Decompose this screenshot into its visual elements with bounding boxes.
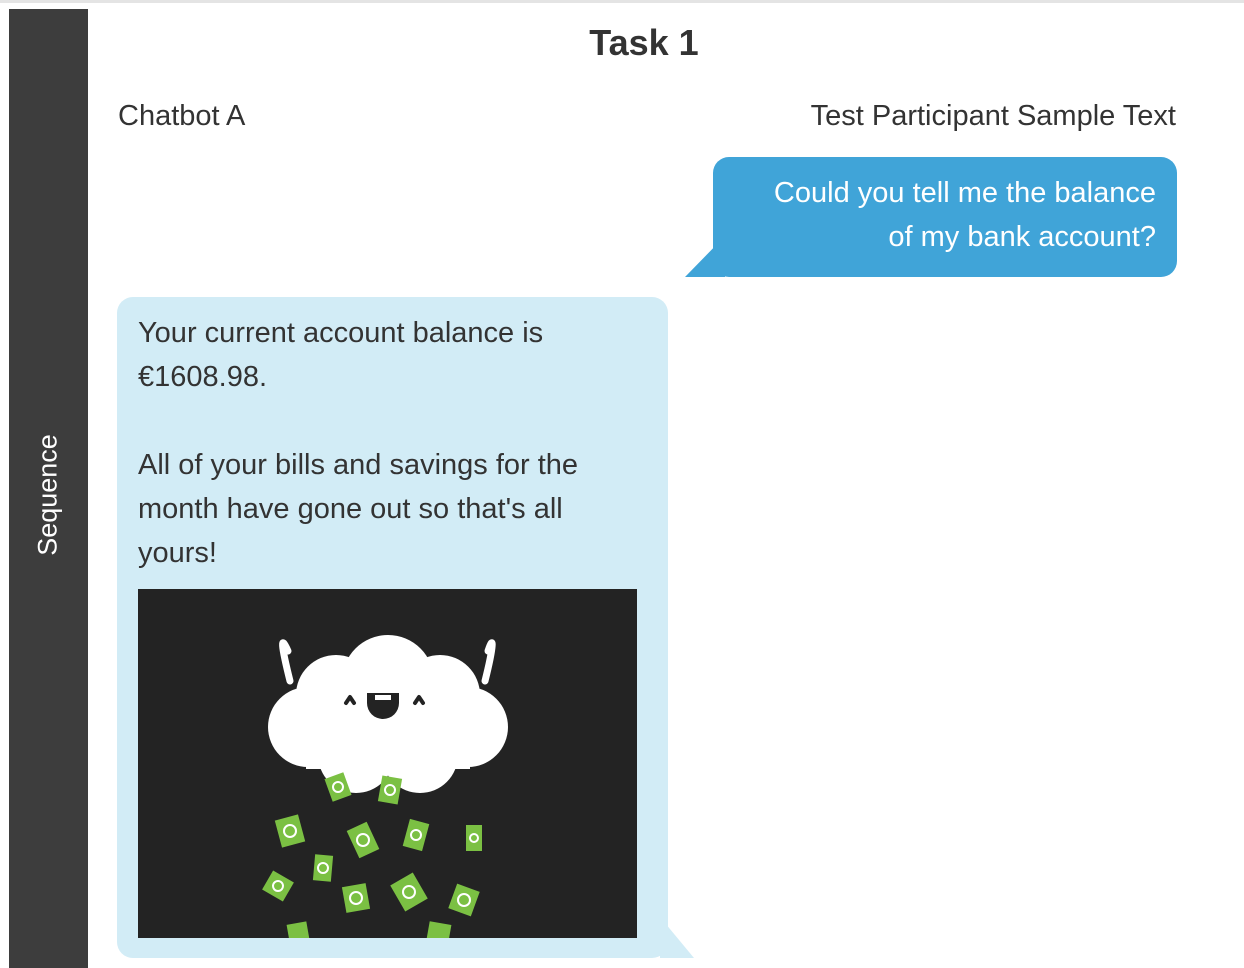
sequence-label: Sequence xyxy=(32,434,63,556)
bot-message-line: month have gone out so that's all xyxy=(138,493,563,525)
bot-message-image xyxy=(138,589,637,938)
user-message-line: of my bank account? xyxy=(888,221,1156,253)
user-message-line: Could you tell me the balance xyxy=(773,177,1156,209)
top-divider xyxy=(0,0,1244,3)
bot-message-line: €1608.98. xyxy=(138,361,268,393)
bot-message-line: yours! xyxy=(138,537,217,569)
page-title: Task 1 xyxy=(589,22,699,63)
user-name-label: Test Participant Sample Text xyxy=(810,100,1176,132)
chat-transcript-page: Sequence Task 1 Chatbot A Test Participa… xyxy=(0,0,1244,968)
bot-name-label: Chatbot A xyxy=(118,100,246,132)
bot-message-line: All of your bills and savings for the xyxy=(138,449,579,481)
bot-message-line: Your current account balance is xyxy=(138,317,544,349)
user-message-bubble: Could you tell me the balance of my bank… xyxy=(713,157,1177,277)
happy-cloud-raining-money-icon xyxy=(262,635,508,938)
